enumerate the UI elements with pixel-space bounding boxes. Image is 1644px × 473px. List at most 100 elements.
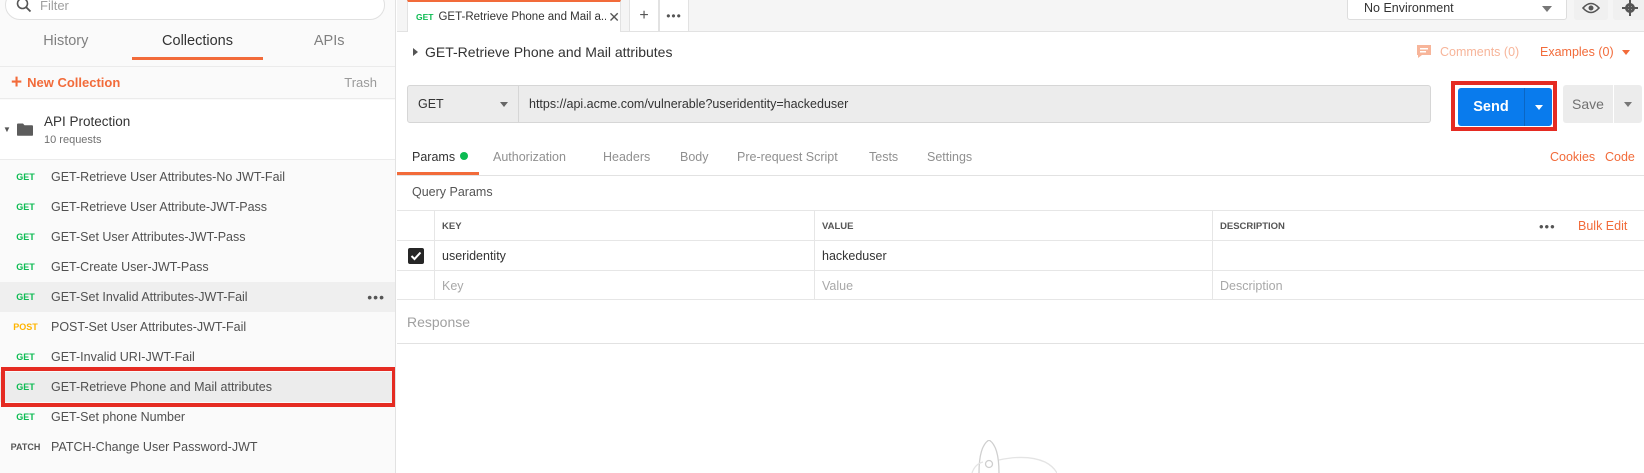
request-name: GET-Invalid URI-JWT-Fail [51, 350, 195, 364]
send-button[interactable]: Send [1458, 88, 1524, 126]
method-badge: POST [13, 322, 38, 332]
url-input[interactable] [519, 85, 1431, 123]
description-header: DESCRIPTION [1220, 220, 1285, 232]
tab-options-button[interactable]: ••• [659, 0, 689, 32]
new-collection-button[interactable]: + New Collection [11, 73, 120, 92]
trash-button[interactable]: Trash [344, 75, 377, 90]
tab-method: GET [416, 12, 434, 22]
save-button[interactable]: Save [1563, 85, 1613, 123]
method-badge: GET [16, 292, 35, 302]
params-table: KEY VALUE DESCRIPTION ••• Bulk Edit user… [397, 210, 1644, 300]
query-params-label: Query Params [412, 185, 493, 199]
param-description[interactable] [1220, 241, 1620, 271]
request-item[interactable]: GET GET-Set User Attributes-JWT-Pass [0, 222, 395, 252]
param-checkbox[interactable] [408, 241, 424, 271]
caret-down-icon[interactable]: ▼ [3, 125, 13, 134]
search-icon [16, 0, 32, 13]
more-options-icon[interactable]: ••• [367, 289, 385, 305]
close-icon[interactable]: ✕ [608, 9, 620, 26]
description-placeholder[interactable]: Description [1220, 271, 1283, 301]
request-item-selected[interactable]: GET GET-Retrieve Phone and Mail attribut… [0, 372, 395, 402]
sidebar-tabs: History Collections APIs [0, 28, 395, 60]
chevron-down-icon [1621, 49, 1630, 55]
key-header: KEY [442, 220, 462, 232]
sidebar: History Collections APIs + New Collectio… [0, 0, 396, 473]
send-dropdown-button[interactable] [1524, 88, 1552, 126]
environment-value: No Environment [1364, 1, 1454, 15]
method-badge: GET [16, 412, 35, 422]
examples-button[interactable]: Examples (0) [1540, 45, 1630, 59]
value-placeholder[interactable]: Value [822, 271, 853, 301]
tab-pre-request-script[interactable]: Pre-request Script [737, 150, 838, 164]
table-row-empty: Key Value Description [397, 270, 1644, 300]
tab-authorization[interactable]: Authorization [493, 150, 566, 164]
collection-api-protection[interactable]: ▼ API Protection 10 requests [0, 100, 395, 160]
environment-quick-look-button[interactable] [1574, 0, 1608, 20]
main-panel: GET GET-Retrieve Phone and Mail a... ✕ +… [397, 0, 1644, 473]
send-highlight-box: Send [1451, 81, 1557, 131]
folder-icon [17, 123, 35, 137]
request-item[interactable]: GET GET-Invalid URI-JWT-Fail [0, 342, 395, 372]
filter-box[interactable] [5, 0, 385, 20]
settings-button[interactable] [1613, 0, 1644, 20]
tab-body[interactable]: Body [680, 150, 709, 164]
active-tab-underline [397, 172, 479, 175]
value-header: VALUE [822, 220, 854, 232]
eye-icon [1582, 2, 1600, 14]
request-name: GET-Retrieve Phone and Mail attributes [51, 380, 272, 394]
tab-settings[interactable]: Settings [927, 150, 972, 164]
method-value: GET [418, 97, 444, 111]
request-item[interactable]: POST POST-Set User Attributes-JWT-Fail [0, 312, 395, 342]
checkmark-icon [408, 248, 424, 264]
cookies-link[interactable]: Cookies [1550, 150, 1595, 164]
method-select[interactable]: GET [407, 85, 519, 123]
param-key[interactable]: useridentity [442, 241, 506, 271]
response-label: Response [407, 314, 471, 330]
column-options-button[interactable]: ••• [1539, 211, 1556, 241]
tab-headers[interactable]: Headers [603, 150, 650, 164]
code-link[interactable]: Code [1605, 150, 1635, 164]
chevron-down-icon [1624, 101, 1632, 107]
param-value[interactable]: hackeduser [822, 241, 887, 271]
tab-history[interactable]: History [0, 28, 132, 60]
examples-label: Examples (0) [1540, 45, 1614, 59]
chevron-down-icon [1542, 6, 1552, 12]
table-header-row: KEY VALUE DESCRIPTION ••• Bulk Edit [397, 210, 1644, 240]
environment-select[interactable]: No Environment [1347, 0, 1567, 20]
status-dot-icon [460, 152, 469, 160]
request-name: GET-Create User-JWT-Pass [51, 260, 209, 274]
caret-right-icon[interactable] [413, 48, 418, 56]
tab-params[interactable]: Params [412, 150, 469, 164]
request-item[interactable]: GET GET-Retrieve User Attribute-JWT-Pass [0, 192, 395, 222]
plus-icon: + [11, 72, 23, 93]
new-tab-button[interactable]: + [629, 0, 659, 32]
request-title: GET-Retrieve Phone and Mail attributes [425, 44, 673, 60]
params-label: Params [412, 150, 456, 164]
method-badge: GET [16, 382, 35, 392]
comments-button[interactable]: Comments (0) [1416, 44, 1519, 59]
save-dropdown-button[interactable] [1614, 85, 1642, 123]
request-name: GET-Retrieve User Attribute-JWT-Pass [51, 200, 268, 214]
tab-collections[interactable]: Collections [131, 28, 264, 60]
request-item[interactable]: GET GET-Set phone Number [0, 402, 395, 432]
filter-input[interactable] [40, 0, 360, 13]
more-options-icon: ••• [1539, 218, 1556, 234]
request-item[interactable]: PATCH PATCH-Change User Password-JWT [0, 432, 395, 462]
method-badge: GET [16, 262, 35, 272]
request-item[interactable]: GET GET-Retrieve User Attributes-No JWT-… [0, 162, 395, 192]
key-placeholder[interactable]: Key [442, 271, 464, 301]
chevron-down-icon [1534, 104, 1543, 110]
request-list: GET GET-Retrieve User Attributes-No JWT-… [0, 162, 395, 462]
bulk-edit-link[interactable]: Bulk Edit [1578, 211, 1627, 241]
request-item[interactable]: GET GET-Create User-JWT-Pass [0, 252, 395, 282]
method-badge: PATCH [10, 442, 41, 452]
response-section: Response [397, 300, 1644, 344]
request-subtabs: Params Authorization Headers Body Pre-re… [397, 142, 1644, 176]
tab-tests[interactable]: Tests [869, 150, 898, 164]
request-name: GET-Set User Attributes-JWT-Pass [51, 230, 246, 244]
method-badge: GET [16, 172, 35, 182]
request-tab[interactable]: GET GET-Retrieve Phone and Mail a... ✕ [407, 0, 621, 32]
request-title-row: GET-Retrieve Phone and Mail attributes C… [397, 34, 1644, 70]
tab-apis[interactable]: APIs [263, 28, 395, 60]
request-item[interactable]: GET GET-Set Invalid Attributes-JWT-Fail … [0, 282, 395, 312]
